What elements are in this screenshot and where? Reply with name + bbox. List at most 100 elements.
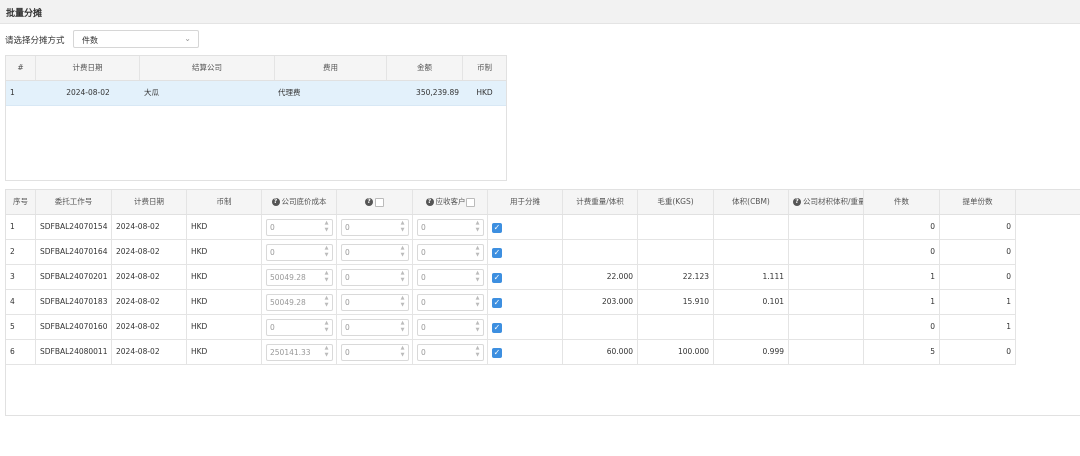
header-seq: 序号 bbox=[6, 190, 36, 214]
header-receivable-checkbox[interactable] bbox=[465, 197, 475, 207]
table-row[interactable]: 5 SDFBAL24070160 2024-08-02 HKD 0 ▲ ▼ 0 ▲ ▼ 0 ▲ ▼ ✓ 0 1 bbox=[6, 315, 1016, 340]
cell-currency: HKD bbox=[187, 340, 262, 364]
receivable-input[interactable]: 0 ▲ ▼ bbox=[417, 244, 484, 261]
receivable-input[interactable]: 0 ▲ ▼ bbox=[417, 269, 484, 286]
cell-date: 2024-08-02 bbox=[112, 240, 187, 264]
spinner-arrows-icon[interactable]: ▲ ▼ bbox=[323, 320, 330, 335]
fee-table-header: # 计费日期 结算公司 费用 金额 币制 bbox=[6, 56, 506, 81]
table-row[interactable]: 3 SDFBAL24070201 2024-08-02 HKD 50049.28 ▲ ▼ 0 ▲… bbox=[6, 265, 1016, 290]
fee-table-row[interactable]: 1 2024-08-02 大瓜 代理费 350,239.89 HKD bbox=[6, 81, 506, 106]
cell-seq: 2 bbox=[6, 240, 36, 264]
spinner-arrows-icon[interactable]: ▲ ▼ bbox=[474, 245, 481, 260]
spinner-arrows-icon[interactable]: ▲ ▼ bbox=[323, 295, 330, 310]
allocation-method-value: 件数 bbox=[82, 36, 98, 45]
cell-v6: 0 ▲ ▼ bbox=[337, 290, 413, 314]
base-cost-input[interactable]: 0 ▲ ▼ bbox=[266, 244, 333, 261]
v6-input[interactable]: 0 ▲ ▼ bbox=[341, 319, 409, 336]
table-row[interactable]: 2 SDFBAL24070164 2024-08-02 HKD 0 ▲ ▼ 0 ▲ ▼ 0 ▲ ▼ ✓ 0 0 bbox=[6, 240, 1016, 265]
v6-input[interactable]: 0 ▲ ▼ bbox=[341, 269, 409, 286]
cell-date: 2024-08-02 bbox=[66, 88, 110, 97]
cell-receivable: 0 ▲ ▼ bbox=[413, 290, 488, 314]
spinner-arrows-icon[interactable]: ▲ ▼ bbox=[323, 220, 330, 235]
spinner-arrows-icon[interactable]: ▲ ▼ bbox=[399, 345, 406, 360]
cell-v6: 0 ▲ ▼ bbox=[337, 315, 413, 339]
v6-input[interactable]: 0 ▲ ▼ bbox=[341, 244, 409, 261]
base-cost-input[interactable]: 50049.28 ▲ ▼ bbox=[266, 269, 333, 286]
cell-use: ✓ bbox=[488, 215, 563, 239]
table-row[interactable]: 4 SDFBAL24070183 2024-08-02 HKD 50049.28 ▲ ▼ 0 ▲… bbox=[6, 290, 1016, 315]
spinner-arrows-icon[interactable]: ▲ ▼ bbox=[474, 270, 481, 285]
cell-currency: HKD bbox=[187, 315, 262, 339]
cell-seq: 4 bbox=[6, 290, 36, 314]
base-cost-input[interactable]: 0 ▲ ▼ bbox=[266, 319, 333, 336]
base-cost-input[interactable]: 0 ▲ ▼ bbox=[266, 219, 333, 236]
cell-company-vol bbox=[789, 240, 864, 264]
page-title: 批量分摊 bbox=[6, 9, 43, 19]
cell-pieces: 0 bbox=[864, 215, 940, 239]
header-fee: 费用 bbox=[275, 56, 387, 80]
spinner-arrows-icon[interactable]: ▲ ▼ bbox=[399, 245, 406, 260]
base-cost-input[interactable]: 50049.28 ▲ ▼ bbox=[266, 294, 333, 311]
allocation-method-select[interactable]: 件数 ⌄ bbox=[73, 30, 199, 48]
base-cost-value: 0 bbox=[270, 248, 275, 257]
cell-seq: 3 bbox=[6, 265, 36, 289]
cell-use: ✓ bbox=[488, 290, 563, 314]
receivable-value: 0 bbox=[421, 348, 426, 357]
use-alloc-checkbox[interactable]: ✓ bbox=[492, 248, 502, 258]
v6-input[interactable]: 0 ▲ ▼ bbox=[341, 219, 409, 236]
info-icon: ? bbox=[425, 198, 434, 206]
receivable-value: 0 bbox=[421, 298, 426, 307]
spinner-arrows-icon[interactable]: ▲ ▼ bbox=[399, 320, 406, 335]
cell-bills: 1 bbox=[940, 290, 1016, 314]
cell-charge-weight: 22.000 bbox=[563, 265, 638, 289]
table-row[interactable]: 6 SDFBAL24080011 2024-08-02 HKD 250141.33 ▲ ▼ 0… bbox=[6, 340, 1016, 365]
cell-use: ✓ bbox=[488, 315, 563, 339]
use-alloc-checkbox[interactable]: ✓ bbox=[492, 223, 502, 233]
v6-value: 0 bbox=[345, 223, 350, 232]
receivable-input[interactable]: 0 ▲ ▼ bbox=[417, 294, 484, 311]
table-row[interactable]: 1 SDFBAL24070154 2024-08-02 HKD 0 ▲ ▼ 0 ▲ ▼ 0 ▲ ▼ ✓ 0 0 bbox=[6, 215, 1016, 240]
cell-company-vol bbox=[789, 265, 864, 289]
spinner-arrows-icon[interactable]: ▲ ▼ bbox=[323, 245, 330, 260]
spinner-arrows-icon[interactable]: ▲ ▼ bbox=[474, 220, 481, 235]
cell-index: 1 bbox=[10, 88, 15, 97]
spinner-arrows-icon[interactable]: ▲ ▼ bbox=[399, 270, 406, 285]
use-alloc-checkbox[interactable]: ✓ bbox=[492, 298, 502, 308]
cell-company-vol bbox=[789, 215, 864, 239]
receivable-input[interactable]: 0 ▲ ▼ bbox=[417, 344, 484, 361]
spinner-arrows-icon[interactable]: ▲ ▼ bbox=[474, 320, 481, 335]
spinner-arrows-icon[interactable]: ▲ ▼ bbox=[474, 345, 481, 360]
spinner-arrows-icon[interactable]: ▲ ▼ bbox=[474, 295, 481, 310]
cell-bills: 0 bbox=[940, 340, 1016, 364]
header-col6-checkbox[interactable] bbox=[375, 197, 384, 207]
allocation-table-header: 序号 委托工作号 计费日期 币制 ? 公司底价成本 ? ? 应收客户 用于分摊 计费… bbox=[6, 190, 1080, 215]
cell-company-vol bbox=[789, 315, 864, 339]
cell-job: SDFBAL24070160 bbox=[36, 315, 112, 339]
header-base-cost-label: 公司底价成本 bbox=[281, 197, 327, 206]
use-alloc-checkbox[interactable]: ✓ bbox=[492, 323, 502, 333]
cell-bills: 0 bbox=[940, 215, 1016, 239]
cell-use: ✓ bbox=[488, 340, 563, 364]
base-cost-input[interactable]: 250141.33 ▲ ▼ bbox=[266, 344, 333, 361]
cell-seq: 1 bbox=[6, 215, 36, 239]
cell-pieces: 1 bbox=[864, 265, 940, 289]
cell-currency: HKD bbox=[476, 88, 493, 97]
spinner-arrows-icon[interactable]: ▲ ▼ bbox=[399, 220, 406, 235]
receivable-input[interactable]: 0 ▲ ▼ bbox=[417, 219, 484, 236]
page-header: 批量分摊 bbox=[0, 0, 1080, 24]
cell-base-cost: 0 ▲ ▼ bbox=[262, 240, 337, 264]
use-alloc-checkbox[interactable]: ✓ bbox=[492, 273, 502, 283]
receivable-value: 0 bbox=[421, 223, 426, 232]
use-alloc-checkbox[interactable]: ✓ bbox=[492, 348, 502, 358]
spinner-arrows-icon[interactable]: ▲ ▼ bbox=[399, 295, 406, 310]
v6-input[interactable]: 0 ▲ ▼ bbox=[341, 344, 409, 361]
header-index: # bbox=[6, 56, 36, 80]
spinner-arrows-icon[interactable]: ▲ ▼ bbox=[323, 270, 330, 285]
header-col6: ? bbox=[337, 190, 413, 214]
receivable-input[interactable]: 0 ▲ ▼ bbox=[417, 319, 484, 336]
v6-input[interactable]: 0 ▲ ▼ bbox=[341, 294, 409, 311]
info-icon: ? bbox=[365, 198, 373, 206]
base-cost-value: 50049.28 bbox=[270, 273, 306, 282]
header-company: 结算公司 bbox=[140, 56, 275, 80]
spinner-arrows-icon[interactable]: ▲ ▼ bbox=[323, 345, 330, 360]
